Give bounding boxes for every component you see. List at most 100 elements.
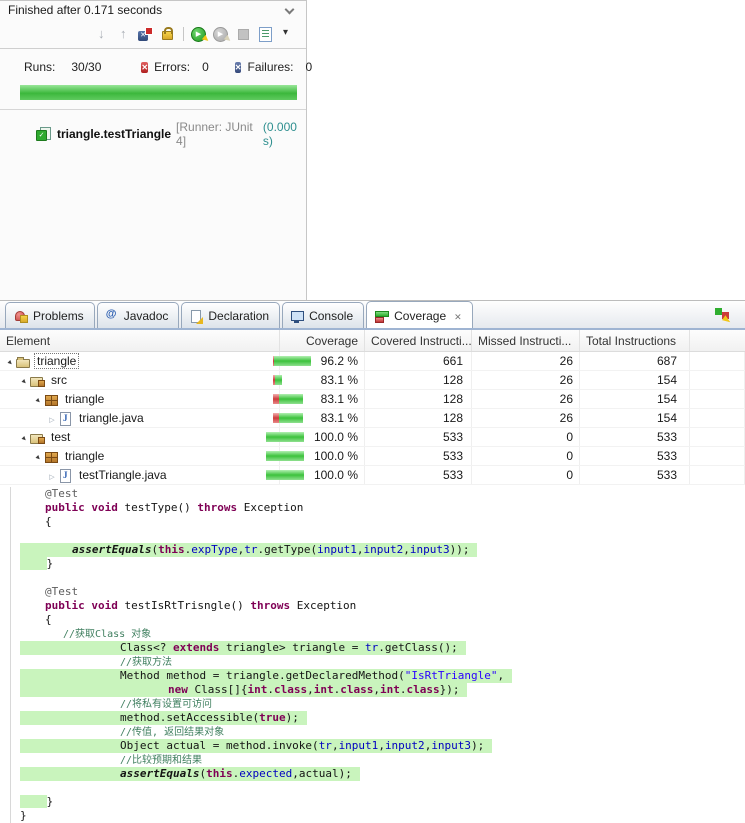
project-icon: [16, 355, 31, 368]
coverage-bar-fill: [266, 451, 304, 461]
code-token: [20, 557, 47, 570]
package-icon: [44, 393, 59, 406]
total-instructions-cell: 154: [580, 390, 690, 408]
table-row[interactable]: test100.0 %5330533: [0, 428, 745, 447]
code-line: new Class[]{int.class,int.class,int.clas…: [20, 683, 745, 697]
code-line-content: {: [20, 613, 52, 627]
element-cell: src: [0, 371, 280, 389]
tab-declaration[interactable]: Declaration: [181, 302, 280, 328]
test-runner: [Runner: JUnit 4]: [176, 120, 258, 148]
coverage-session-icon[interactable]: [714, 307, 731, 323]
tab-problems[interactable]: Problems: [5, 302, 95, 328]
error-icon: [141, 62, 148, 73]
code-lines: @Testpublic void testType() throws Excep…: [10, 487, 745, 823]
code-token: });: [440, 683, 460, 696]
coverage-bar: [273, 394, 315, 404]
test-name: triangle.testTriangle: [57, 127, 171, 141]
coverage-bar-fill: [273, 394, 303, 404]
code-token: method.setAccessible(: [120, 711, 259, 724]
tab-coverage[interactable]: Coverage: [366, 301, 473, 328]
table-row[interactable]: testTriangle.java100.0 %5330533: [0, 466, 745, 485]
close-icon[interactable]: [454, 309, 462, 323]
code-token: this: [158, 543, 185, 556]
table-row[interactable]: src83.1 %12826154: [0, 371, 745, 390]
expanded-arrow-icon[interactable]: [32, 392, 44, 406]
code-token: public: [45, 501, 85, 514]
code-token: [20, 795, 47, 808]
expanded-arrow-icon[interactable]: [32, 449, 44, 463]
previous-failed-test-icon[interactable]: [115, 26, 132, 42]
filler-cell: [690, 409, 745, 427]
code-token: Class[]{: [188, 683, 248, 696]
coverage-bar-fill: [266, 432, 304, 442]
rerun-test-icon[interactable]: [191, 26, 208, 42]
tab-console[interactable]: Console: [282, 302, 364, 328]
failure-icon: [235, 62, 242, 73]
coverage-bar: [273, 375, 315, 385]
tab-bar: ProblemsJavadocDeclarationConsoleCoverag…: [0, 301, 745, 330]
junit-test-item[interactable]: triangle.testTriangle [Runner: JUnit 4] …: [0, 110, 306, 148]
errors-label: Errors:: [154, 60, 190, 74]
code-token: }: [47, 557, 54, 570]
code-token: input3: [431, 739, 471, 752]
code-line: @Test: [20, 487, 745, 501]
code-token: throws: [250, 599, 290, 612]
java-file-icon: [58, 469, 73, 482]
filler-cell: [690, 371, 745, 389]
element-label: testTriangle.java: [77, 468, 169, 482]
code-token: }: [20, 809, 27, 822]
filler-cell: [690, 352, 745, 370]
show-failures-only-icon[interactable]: [137, 26, 154, 42]
table-row[interactable]: triangle96.2 %66126687: [0, 352, 745, 371]
code-token: ,: [332, 739, 339, 752]
table-row[interactable]: triangle83.1 %12826154: [0, 390, 745, 409]
minimize-chevron-icon[interactable]: [284, 5, 294, 15]
code-token: @Test: [45, 487, 78, 500]
table-row[interactable]: triangle100.0 %5330533: [0, 447, 745, 466]
tab-javadoc[interactable]: Javadoc: [97, 302, 180, 328]
code-line: [20, 529, 745, 543]
scroll-lock-icon[interactable]: [159, 26, 176, 42]
next-failed-test-icon[interactable]: [93, 26, 110, 42]
code-token: Method method = triangle.getDeclaredMeth…: [120, 669, 405, 682]
total-instructions-cell: 533: [580, 447, 690, 465]
coverage-percent: 83.1 %: [321, 411, 358, 425]
coverage-percent: 100.0 %: [314, 468, 358, 482]
view-menu-icon[interactable]: [279, 26, 296, 42]
code-token: Exception: [290, 599, 356, 612]
coverage-panel: ProblemsJavadocDeclarationConsoleCoverag…: [0, 300, 745, 492]
code-line-content: public void testIsRtTrisngle() throws Ex…: [20, 599, 356, 613]
test-run-history-icon[interactable]: [257, 26, 274, 42]
missed-instructions-cell: 0: [472, 428, 580, 446]
coverage-percent: 100.0 %: [314, 449, 358, 463]
stop-test-icon[interactable]: [235, 26, 252, 42]
rerun-failed-first-icon[interactable]: [213, 26, 230, 42]
code-token: triangle> triangle =: [219, 641, 365, 654]
code-line-content: new Class[]{int.class,int.class,int.clas…: [20, 683, 467, 697]
collapsed-arrow-icon[interactable]: [46, 411, 58, 425]
junit-counters: Runs: 30/30 Errors: 0 Failures: 0: [0, 49, 306, 77]
expanded-arrow-icon[interactable]: [4, 354, 16, 368]
source-folder-icon: [30, 374, 45, 387]
code-line-content: Method method = triangle.getDeclaredMeth…: [20, 669, 512, 683]
code-token: expType: [191, 543, 237, 556]
code-token: int: [314, 683, 334, 696]
covered-instructions-cell: 128: [365, 390, 472, 408]
expanded-arrow-icon[interactable]: [18, 430, 30, 444]
java-file-icon: [58, 412, 73, 425]
table-row[interactable]: triangle.java83.1 %12826154: [0, 409, 745, 428]
code-line: Method method = triangle.getDeclaredMeth…: [20, 669, 745, 683]
code-line-content: }: [20, 795, 53, 809]
code-token: //将私有设置可访问: [120, 699, 212, 710]
coverage-cell: 83.1 %: [280, 390, 365, 408]
code-token: Exception: [237, 501, 303, 514]
collapsed-arrow-icon[interactable]: [46, 468, 58, 482]
covered-instructions-cell: 533: [365, 466, 472, 484]
code-line: Class<? extends triangle> triangle = tr.…: [20, 641, 745, 655]
code-token: throws: [197, 501, 237, 514]
expanded-arrow-icon[interactable]: [18, 373, 30, 387]
coverage-percent: 83.1 %: [321, 392, 358, 406]
code-editor[interactable]: @Testpublic void testType() throws Excep…: [0, 487, 745, 823]
code-token: input1: [339, 739, 379, 752]
coverage-bar-missed: [273, 356, 274, 366]
